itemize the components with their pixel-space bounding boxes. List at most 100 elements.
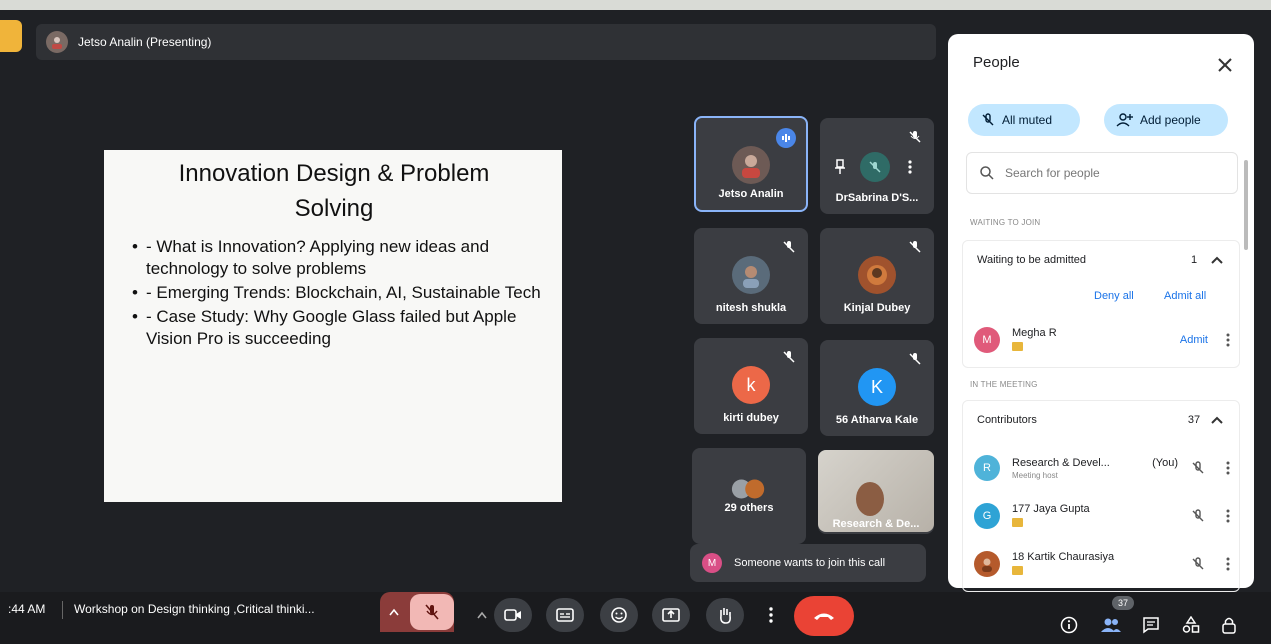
meeting-title: Workshop on Design thinking ,Critical th… [74,602,315,616]
participant-tile-sabrina[interactable]: DrSabrina D'S... [820,118,934,214]
people-button[interactable] [1098,612,1124,638]
contributors-header[interactable]: Contributors 37 [963,401,1239,439]
participant-row-avatar: R [974,455,1000,481]
clock-time: :44 AM [8,602,46,616]
activities-button[interactable] [1178,612,1204,638]
bottom-control-bar: :44 AM Workshop on Design thinking ,Crit… [0,592,1271,644]
mic-off-icon[interactable] [1188,458,1208,478]
hand-icon [720,608,731,624]
waiting-count: 1 [1190,254,1198,266]
chevron-up-icon[interactable] [1209,412,1225,428]
video-camera-icon [504,609,521,621]
contributors-count: 37 [1187,414,1201,426]
chevron-up-icon[interactable] [388,604,400,622]
tile-hover-controls [830,152,920,182]
present-screen-button[interactable] [652,598,690,632]
you-label: (You) [1152,456,1178,469]
participant-name: 29 others [724,502,774,514]
participant-avatar [858,256,896,294]
mic-off-icon[interactable] [1188,554,1208,574]
chat-button[interactable] [1138,612,1164,638]
search-people-input[interactable]: Search for people [966,152,1238,194]
org-badge-icon [1012,341,1023,351]
deny-all-link[interactable]: Deny all [1094,290,1134,302]
speaking-indicator-icon [776,128,796,148]
mic-off-icon [909,131,921,143]
org-badge-icon [1012,517,1023,527]
waiting-section-label: WAITING TO JOIN [970,218,1041,227]
participant-avatar [732,256,770,294]
toast-avatar: M [702,553,722,573]
participant-tile-nitesh[interactable]: nitesh shukla [694,228,808,324]
participant-row-avatar: G [974,503,1000,529]
mic-off-icon[interactable] [1188,506,1208,526]
chevron-up-icon[interactable] [472,598,492,632]
slide-bullet: - What is Innovation? Applying new ideas… [132,236,552,280]
mic-toggle-button[interactable] [410,594,454,630]
raise-hand-button[interactable] [706,598,744,632]
participant-name: Jetso Analin [718,188,784,200]
corner-tab[interactable] [0,20,22,52]
chat-icon [1143,617,1159,634]
participant-row-info: Research & Devel... Meeting host (You) [1012,457,1178,480]
participant-row-info: 177 Jaya Gupta [1012,503,1178,530]
search-icon [980,166,994,180]
waiting-group-header[interactable]: Waiting to be admitted 1 [963,241,1239,279]
participant-tile-kirti[interactable]: k kirti dubey [694,338,808,434]
participant-row: R Research & Devel... Meeting host (You) [962,446,1238,490]
camera-button[interactable] [494,598,532,632]
admit-button[interactable]: Admit [1180,334,1208,346]
participant-tile-kinjal[interactable]: Kinjal Dubey [820,228,934,324]
all-muted-button[interactable]: All muted [968,104,1080,136]
participant-avatar: k [732,366,770,404]
more-options-icon[interactable] [1218,554,1238,574]
participant-name: nitesh shukla [715,302,787,314]
more-options-icon[interactable] [1218,506,1238,526]
waiting-person-avatar: M [974,327,1000,353]
add-people-button[interactable]: Add people [1104,104,1228,136]
more-options-icon[interactable] [1218,458,1238,478]
leave-call-button[interactable] [794,596,854,636]
org-badge-icon [1012,565,1023,575]
more-options-icon[interactable] [900,157,920,177]
reactions-button[interactable] [600,598,638,632]
participant-name: kirti dubey [723,412,779,424]
slide-bullets: - What is Innovation? Applying new ideas… [132,236,552,352]
person-photo-icon [743,266,759,288]
search-placeholder: Search for people [1005,166,1100,180]
person-photo-icon [742,155,760,178]
lock-person-icon [1222,617,1236,634]
group-avatars-icon [731,479,765,499]
close-icon[interactable] [1216,56,1234,74]
more-vertical-icon [769,607,773,623]
meet-window: Jetso Analin (Presenting) Innovation Des… [0,0,1271,644]
person-photo-icon [867,265,887,285]
mute-participant-icon[interactable] [860,152,890,182]
add-people-label: Add people [1140,113,1201,127]
participant-tile-jetso[interactable]: Jetso Analin [694,116,808,212]
divider [62,601,63,619]
pin-icon[interactable] [830,157,850,177]
participant-avatar [732,146,770,184]
join-request-toast[interactable]: M Someone wants to join this call [690,544,926,582]
participant-tile-others[interactable]: 29 others [692,448,806,544]
people-icon [1101,618,1121,632]
panel-scrollbar[interactable] [1244,160,1248,250]
mic-off-icon [783,241,795,253]
more-options-icon[interactable] [1218,330,1238,350]
participant-avatar: K [858,368,896,406]
more-options-button[interactable] [752,598,790,632]
meeting-details-button[interactable] [1056,612,1082,638]
chevron-up-icon[interactable] [1209,252,1225,268]
participant-tile-atharva[interactable]: K 56 Atharva Kale [820,340,934,436]
mic-off-icon [783,351,795,363]
captions-button[interactable] [546,598,584,632]
participant-name: 56 Atharva Kale [835,414,919,426]
participant-row: 18 Kartik Chaurasiya [962,542,1238,586]
waiting-person-row: M Megha R Admit [962,318,1238,362]
participant-row-role: Meeting host [1012,470,1058,480]
slide-bullet: - Case Study: Why Google Glass failed bu… [132,306,552,350]
admit-all-link[interactable]: Admit all [1164,290,1206,302]
host-controls-button[interactable] [1216,612,1242,638]
participant-tile-self-video[interactable]: Research & De... [818,450,934,534]
